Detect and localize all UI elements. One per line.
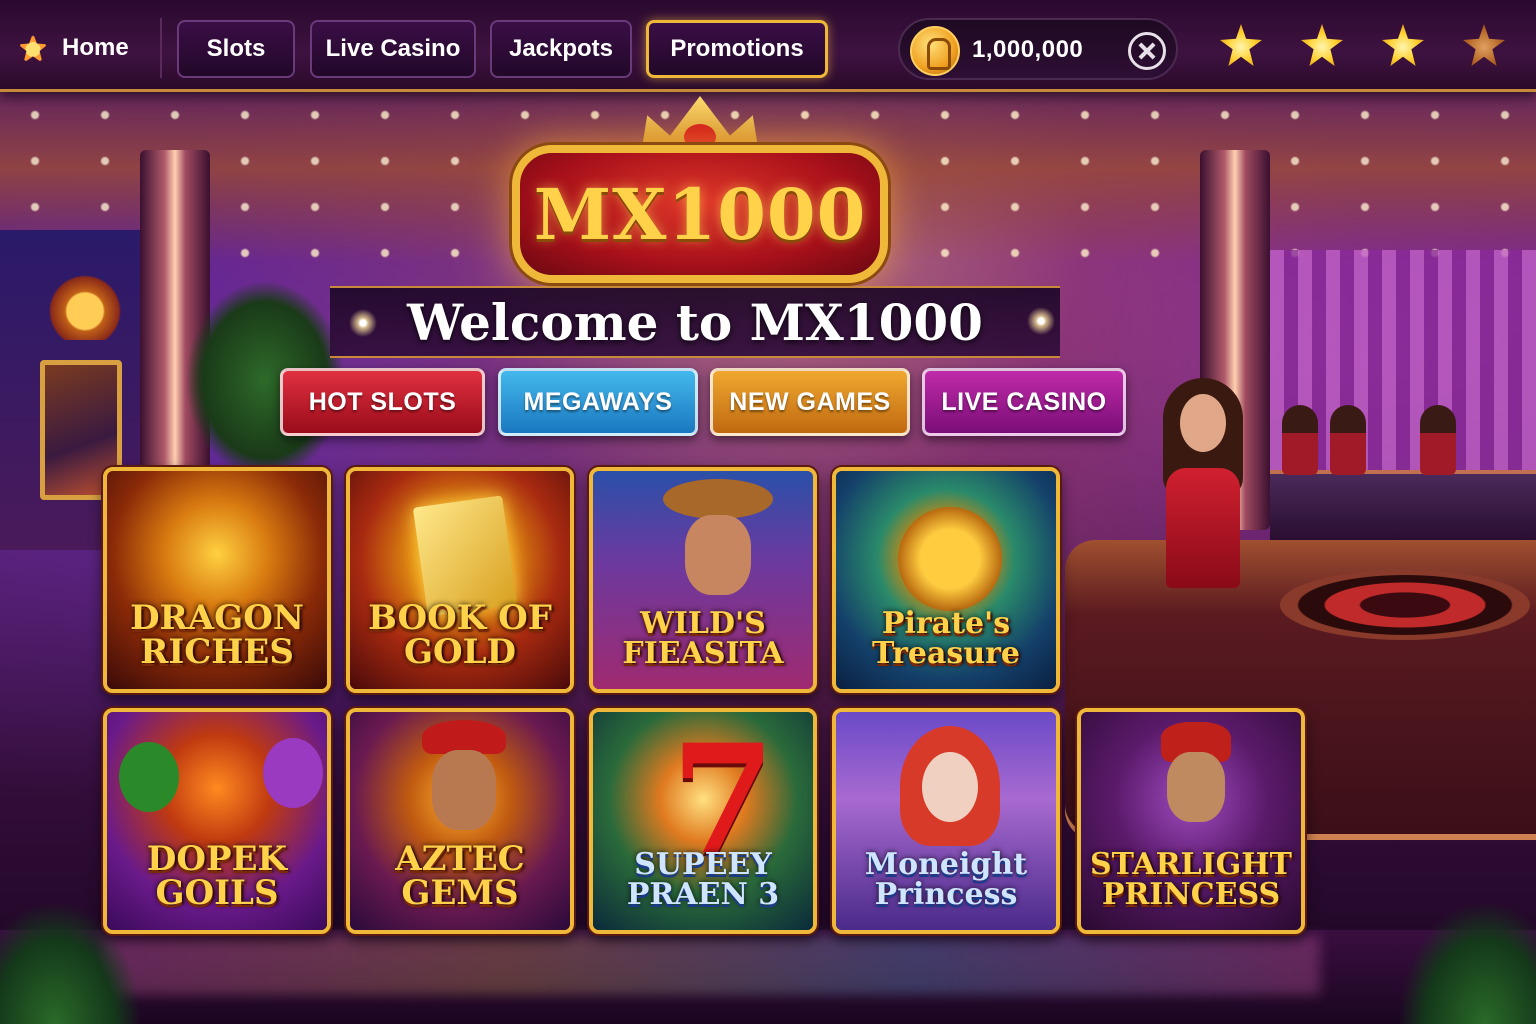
nav-home[interactable]: Home (8, 18, 162, 78)
star-icon[interactable] (1220, 24, 1262, 66)
game-tile-pirates-treasure[interactable]: Pirate's Treasure (832, 467, 1060, 693)
fern-right (1400, 904, 1536, 1024)
nav-jackpots-label: Jackpots (508, 35, 614, 62)
coin-avatar-icon[interactable] (910, 26, 960, 76)
floor-reflection (100, 935, 1320, 995)
game-title: AZTEC GEMS (395, 839, 525, 913)
live-dealer (1148, 378, 1258, 588)
game-tile-starlight-princess[interactable]: STARLIGHT PRINCESS (1077, 708, 1305, 934)
sparkle-icon (348, 308, 378, 338)
category-hot-slots[interactable]: HOT SLOTS (280, 368, 485, 436)
category-label: MEGAWAYS (523, 387, 673, 416)
category-label: LIVE CASINO (941, 387, 1107, 416)
star-icon[interactable] (1301, 24, 1343, 66)
home-star-icon (18, 33, 48, 63)
game-title: BOOK OF GOLD (368, 598, 552, 672)
nav-promotions[interactable]: Promotions (646, 20, 828, 78)
balance-value: 1,000,000 (972, 36, 1084, 63)
game-title: WILD'S FIEASITA (622, 606, 784, 671)
brand-logo: MX1000 (512, 145, 888, 283)
category-label: HOT SLOTS (308, 387, 457, 416)
welcome-title: Welcome to MX1000 (407, 292, 983, 352)
nav-live-casino[interactable]: Live Casino (310, 20, 476, 78)
game-title: Pirate's Treasure (871, 606, 1021, 671)
patron-figure (1330, 405, 1366, 475)
balance-display[interactable]: 1,000,000 (898, 18, 1178, 80)
category-label: NEW GAMES (729, 387, 891, 416)
category-megaways[interactable]: MEGAWAYS (498, 368, 698, 436)
game-tile-dragon-riches[interactable]: DRAGON RICHES (103, 467, 331, 693)
game-tile-supeey-praen-3[interactable]: SUPEEY PRAEN 3 (589, 708, 817, 934)
wallet-icon[interactable] (1128, 32, 1166, 70)
game-title: SUPEEY PRAEN 3 (626, 847, 780, 912)
nav-home-label: Home (62, 34, 129, 61)
star-icon[interactable] (1382, 24, 1424, 66)
nav-slots[interactable]: Slots (177, 20, 295, 78)
game-title: Moneight Princess (864, 847, 1028, 912)
logo-text: MX1000 (533, 172, 867, 256)
welcome-banner: Welcome to MX1000 (330, 286, 1060, 358)
game-tile-aztec-gems[interactable]: AZTEC GEMS (346, 708, 574, 934)
wall-crest-decoration (38, 268, 132, 340)
nav-jackpots[interactable]: Jackpots (490, 20, 632, 78)
star-icon[interactable] (1463, 24, 1505, 66)
category-new-games[interactable]: NEW GAMES (710, 368, 910, 436)
nav-live-casino-label: Live Casino (325, 35, 461, 62)
game-title: DOPEK GOILS (146, 839, 288, 913)
game-title: DRAGON RICHES (130, 598, 304, 672)
game-tile-wilds-fieasita[interactable]: WILD'S FIEASITA (589, 467, 817, 693)
back-gaming-table (1270, 470, 1536, 540)
sparkle-icon (1026, 306, 1056, 336)
game-tile-book-of-gold[interactable]: BOOK OF GOLD (346, 467, 574, 693)
nav-promotions-label: Promotions (670, 35, 804, 62)
game-title: STARLIGHT PRINCESS (1090, 847, 1292, 912)
game-tile-dopek-goils[interactable]: DOPEK GOILS (103, 708, 331, 934)
roulette-wheel (1280, 570, 1530, 640)
category-live-casino[interactable]: LIVE CASINO (922, 368, 1126, 436)
patron-figure (1282, 405, 1318, 475)
game-tile-moneight-princess[interactable]: Moneight Princess (832, 708, 1060, 934)
patron-figure (1420, 405, 1456, 475)
top-nav-bar: Home Slots Live Casino Jackpots Promotio… (0, 0, 1536, 92)
nav-slots-label: Slots (206, 35, 266, 62)
